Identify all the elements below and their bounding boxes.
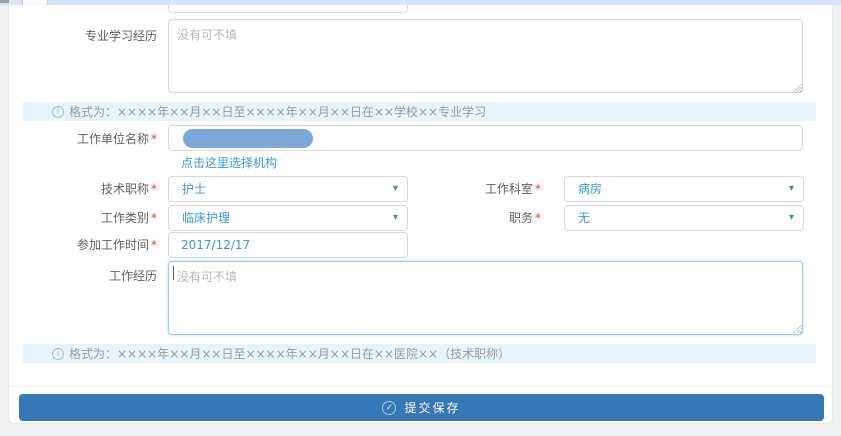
- required-asterisk: *: [151, 211, 157, 225]
- duty-value: 无: [578, 211, 590, 225]
- required-asterisk: *: [535, 182, 541, 196]
- work-format-note-text: 格式为：××××年××月××日至××××年××月××日在××医院××（技术职称）: [69, 345, 510, 362]
- work-experience-label: 工作经历: [9, 263, 157, 289]
- study-format-note-bar: i 格式为：××××年××月××日至××××年××月××日在××学校××专业学习: [23, 102, 816, 121]
- work-experience-textarea[interactable]: [168, 261, 803, 335]
- tech-title-select[interactable]: 护士 ▾: [168, 176, 408, 202]
- tech-title-value: 护士: [182, 182, 206, 196]
- submit-save-button[interactable]: ✓ 提交保存: [19, 394, 824, 421]
- required-asterisk: *: [535, 211, 541, 225]
- footer-divider: [9, 386, 832, 387]
- work-category-select[interactable]: 临床护理 ▾: [168, 205, 408, 231]
- work-unit-label: 工作单位名称*: [9, 126, 157, 152]
- info-circle-icon: i: [52, 106, 64, 118]
- work-format-note-bar: i 格式为：××××年××月××日至××××年××月××日在××医院××（技术职…: [23, 344, 816, 363]
- required-asterisk: *: [151, 182, 157, 196]
- study-experience-label: 专业学习经历: [9, 23, 157, 49]
- browser-chrome-fragment: [0, 0, 9, 3]
- required-asterisk: *: [151, 238, 157, 252]
- work-dept-value: 病房: [578, 182, 602, 196]
- form-page: 专业学习经历 i 格式为：××××年××月××日至××××年××月××日在××学…: [0, 0, 841, 436]
- work-dept-label: 工作科室*: [399, 176, 541, 202]
- required-asterisk: *: [151, 132, 157, 146]
- submit-save-label: 提交保存: [404, 399, 460, 416]
- redaction-blob: [183, 129, 313, 148]
- work-category-value: 临床护理: [182, 211, 230, 225]
- form-panel: 专业学习经历 i 格式为：××××年××月××日至××××年××月××日在××学…: [8, 5, 833, 424]
- duty-select[interactable]: 无 ▾: [564, 205, 804, 231]
- duty-label: 职务*: [399, 205, 541, 231]
- work-dept-select[interactable]: 病房 ▾: [564, 176, 804, 202]
- work-start-date-label: 参加工作时间*: [9, 232, 157, 258]
- work-category-label: 工作类别*: [9, 205, 157, 231]
- study-format-note-text: 格式为：××××年××月××日至××××年××月××日在××学校××专业学习: [69, 103, 486, 120]
- tech-title-label: 技术职称*: [9, 176, 157, 202]
- choose-institution-link[interactable]: 点击这里选择机构: [181, 155, 277, 171]
- work-unit-input[interactable]: [168, 125, 803, 151]
- work-start-date-input[interactable]: [168, 232, 408, 258]
- cutoff-input-above[interactable]: [168, 5, 408, 13]
- chevron-down-icon: ▾: [393, 177, 398, 201]
- chevron-down-icon: ▾: [789, 177, 794, 201]
- check-circle-icon: ✓: [382, 401, 396, 415]
- chevron-down-icon: ▾: [393, 206, 398, 230]
- chevron-down-icon: ▾: [789, 206, 794, 230]
- info-circle-icon: i: [52, 348, 64, 360]
- text-cursor: [173, 266, 174, 280]
- study-experience-textarea[interactable]: [168, 19, 803, 93]
